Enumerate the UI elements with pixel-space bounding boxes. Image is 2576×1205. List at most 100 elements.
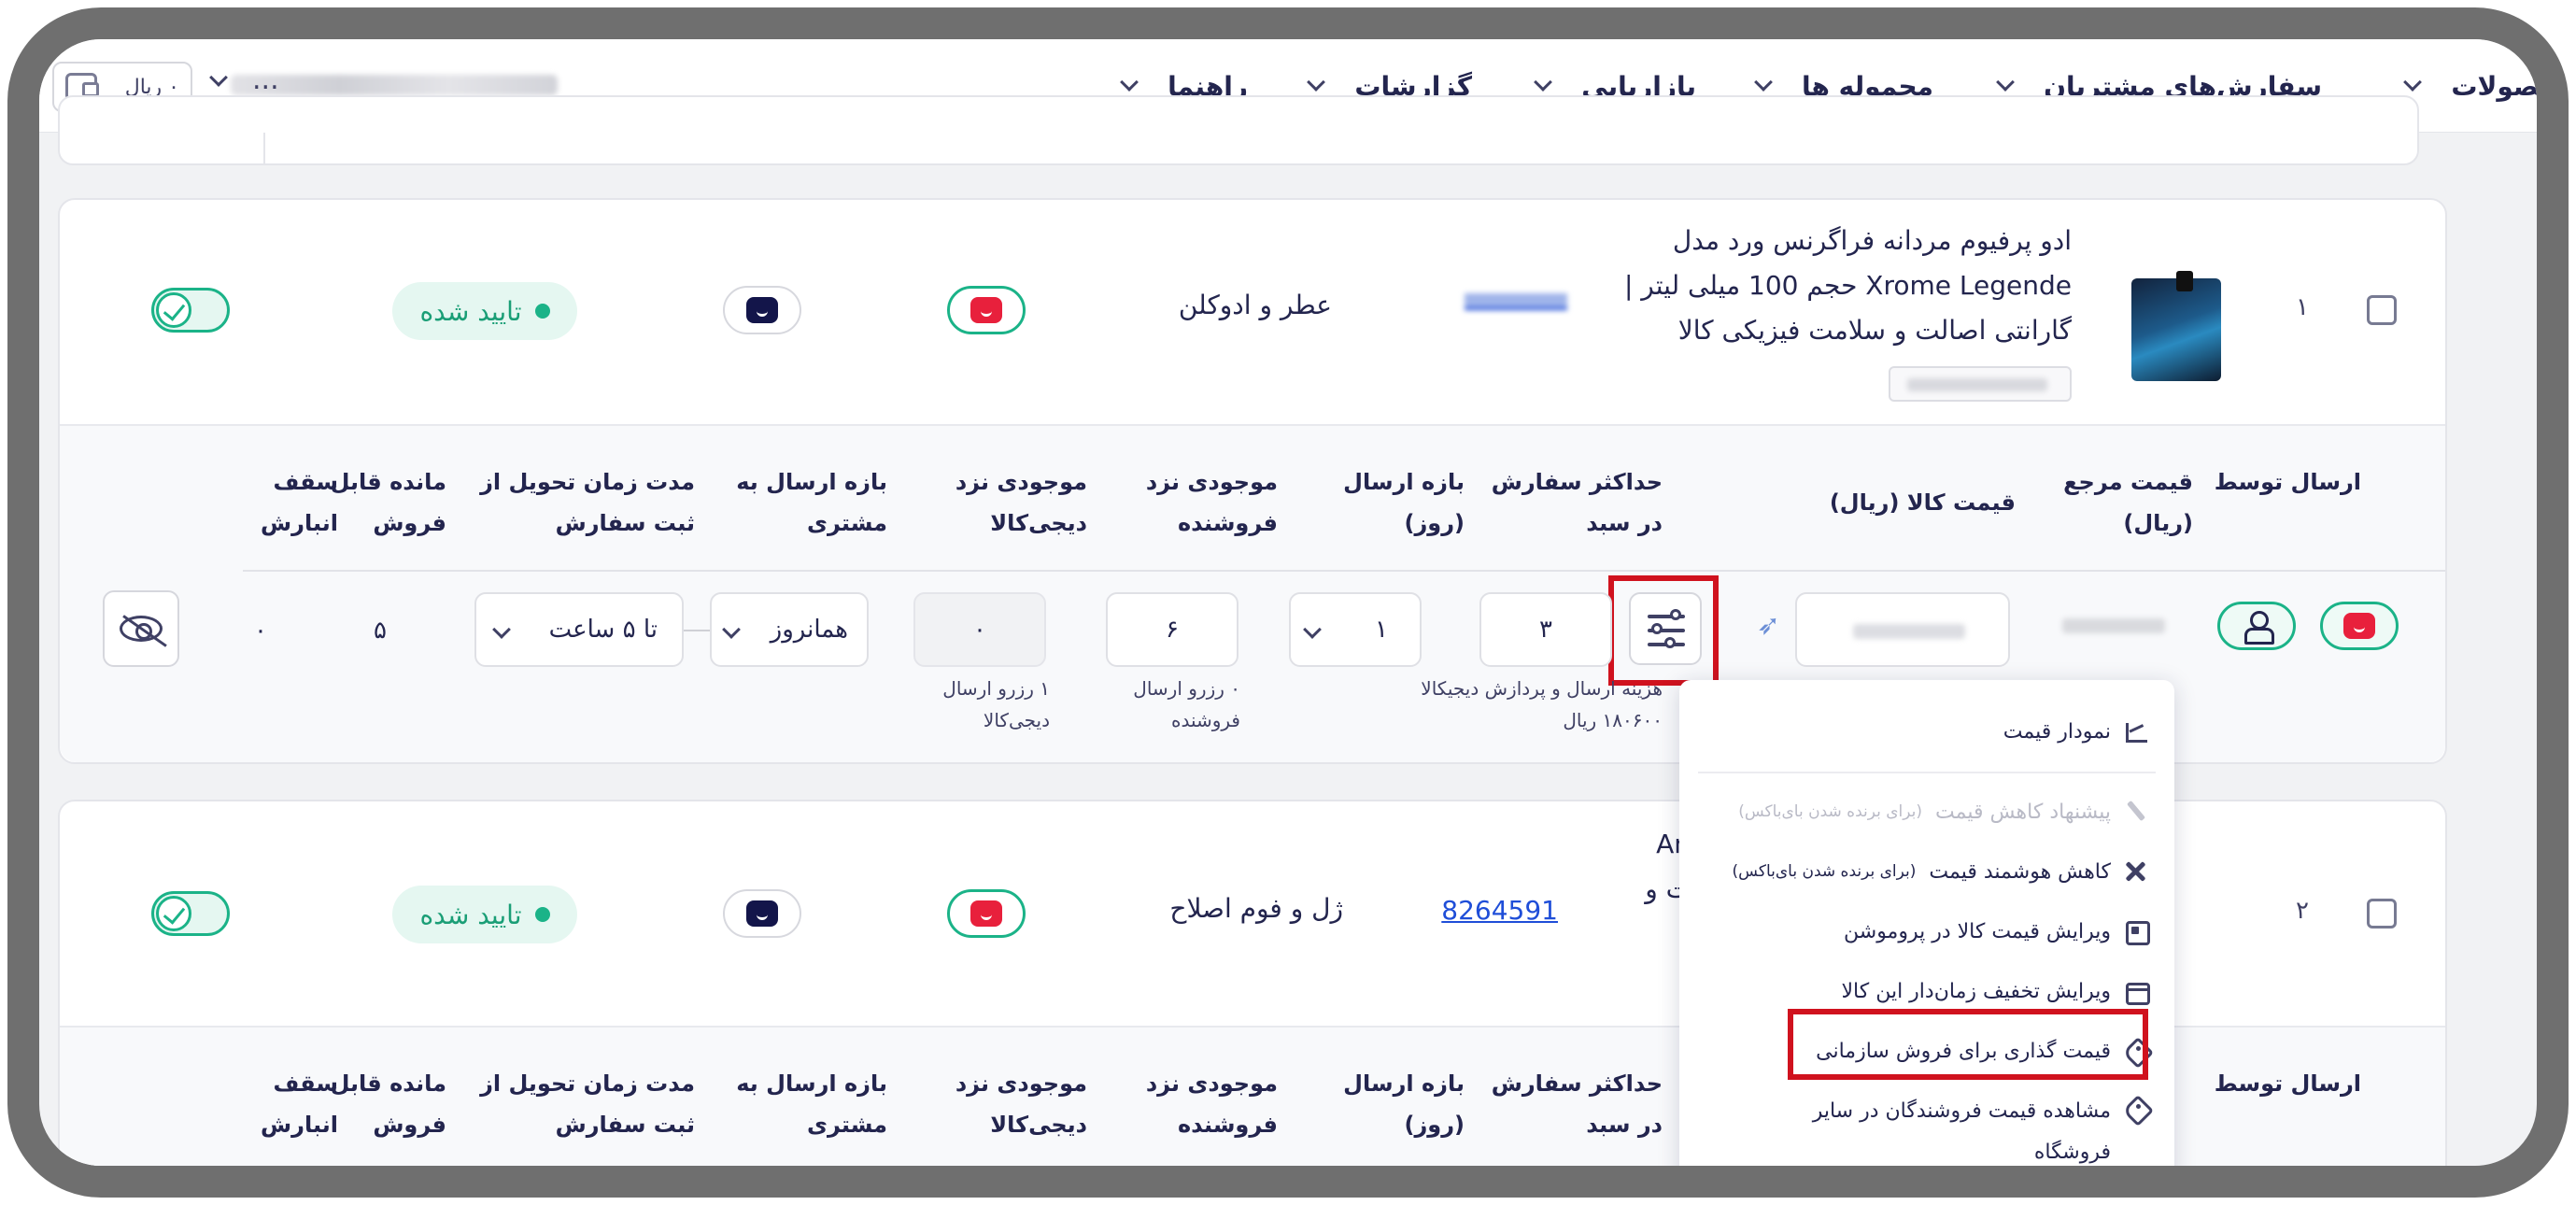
dkp-code-blurred [1889, 366, 2072, 402]
nav-products-label: محصولات [2451, 70, 2569, 102]
divider [263, 133, 265, 164]
col-header-warehouse-cap: سقف انبارش [261, 469, 338, 536]
delivery-time-value: تا ۵ ساعت [548, 616, 658, 644]
store-ellipsis: ... [252, 64, 279, 96]
chevron-down-icon [2403, 73, 2423, 92]
chevron-down-icon [1303, 620, 1322, 639]
highlight-box [1608, 575, 1719, 686]
product-thumbnail[interactable] [2131, 271, 2221, 381]
chevron-down-icon [1754, 73, 1773, 92]
store-name-blurred [231, 75, 558, 95]
digikala-reserve-note: ۱ رزرو ارسال دیجی‌کالا [942, 677, 1050, 731]
col-header-delivery-time: مدت زمان تحویل از ثبت سفارش [480, 1070, 695, 1138]
col-header-stock-digikala: موجودی نزد دیجی‌کالا [955, 1070, 1087, 1138]
digikala-channel-toggle[interactable] [947, 286, 1026, 334]
menu-item-label: کاهش هوشمند قیمت [1929, 859, 2111, 884]
col-header-delivery-time: مدت زمان تحویل از ثبت سفارش [480, 469, 695, 536]
active-toggle[interactable] [151, 891, 230, 936]
row-number: ۱ [2296, 293, 2309, 321]
ship-by-seller[interactable] [2217, 602, 2296, 650]
menu-item-label-wrap: مشاهده قیمت فروشندگان در سایر فروشگاه ها [1775, 1091, 2111, 1198]
scissors-icon [2124, 859, 2148, 884]
menu-item-suggest-price-reduction: پیشنهاد کاهش قیمت (برای برنده شدن بای‌با… [1679, 783, 2174, 841]
chevron-down-icon [1120, 73, 1139, 92]
digikala-logo-icon [970, 297, 1002, 323]
status-dot [534, 304, 550, 319]
menu-item-label: ویرایش قیمت کالا در پروموشن [1844, 919, 2111, 943]
col-header-max-order: حداکثر سفارش در سبد [1491, 469, 1663, 536]
menu-item-edit-promotion-price[interactable]: ویرایش قیمت کالا در پروموشن [1679, 902, 2174, 960]
product-title-fragment[interactable]: An ت و [1597, 822, 1691, 912]
status-label: تایید شده [419, 295, 522, 327]
col-header-warehouse-cap: سقف انبارش [261, 1070, 338, 1138]
stock-digikala-value: ۰ [973, 616, 986, 644]
menu-item-note: (برای برنده شدن بای‌باکس) [1732, 862, 1917, 881]
ship-range-value: ۱ [1375, 616, 1388, 644]
reference-price-blurred [2062, 618, 2165, 633]
nav-products[interactable]: محصولات [2403, 67, 2569, 105]
col-header-ship-range: بازه ارسال (روز) [1343, 469, 1465, 536]
ship-to-customer-select[interactable]: همانروز [710, 592, 869, 667]
row-select-checkbox[interactable] [2367, 899, 2397, 929]
product-title-line: Xrome Legende حجم 100 میلی لیتر | [1623, 270, 2072, 301]
connector-line [684, 630, 710, 631]
ship-range-select[interactable]: ۱ [1289, 592, 1422, 667]
warehouse-cap-value: ۰ [254, 617, 267, 645]
calendar-icon [2124, 979, 2150, 1005]
col-header-ship-to-customer: بازه ارسال به مشتری [736, 469, 887, 536]
digistyle-channel-toggle[interactable] [723, 889, 801, 938]
menu-item-label: مشاهده قیمت فروشندگان در سایر فروشگاه [1812, 1099, 2111, 1164]
menu-item-label-cont: ها [2093, 1182, 2111, 1198]
category-label: ژل و فوم اصلاح [1169, 893, 1343, 924]
row-select-checkbox[interactable] [2367, 295, 2397, 325]
stock-seller-input[interactable]: ۶ [1106, 592, 1238, 667]
active-toggle[interactable] [151, 288, 230, 333]
store-chevron-down-icon[interactable] [209, 68, 228, 87]
check-icon [156, 292, 191, 328]
chevron-down-icon [492, 620, 511, 639]
category-label: عطر و ادوکلن [1178, 290, 1332, 320]
product-title-line: ادو پرفیوم مردانه فراگرنس ورد مدل [1672, 225, 2072, 256]
chevron-down-icon [1307, 73, 1326, 92]
rocket-icon[interactable]: ➶ [1757, 609, 1780, 642]
ship-to-customer-value: همانروز [770, 616, 848, 644]
chevron-down-icon [1996, 73, 2015, 92]
col-header-ship-to-customer: بازه ارسال به مشتری [736, 1070, 887, 1138]
status-dot [534, 907, 550, 922]
menu-item-label: پیشنهاد کاهش قیمت [1935, 800, 2111, 824]
col-header-item-price: قیمت کالا (ریال) [1829, 489, 2016, 516]
ship-by-digikala[interactable] [2320, 602, 2399, 650]
channel-logo-icon [746, 297, 778, 323]
menu-item-competitor-prices[interactable]: مشاهده قیمت فروشندگان در سایر فروشگاه ها [1679, 1091, 2174, 1166]
chevron-down-icon [1534, 73, 1553, 92]
menu-item-label: ویرایش تخفیف زمان‌دار این کالا [1841, 979, 2111, 1003]
delivery-time-select[interactable]: تا ۵ ساعت [474, 592, 684, 667]
product-id-link[interactable]: 8264591 [1441, 895, 1558, 926]
product-title-line: گارانتی اصالت و سلامت فیزیکی کالا [1677, 315, 2072, 346]
chart-icon [2124, 719, 2148, 744]
max-order-input[interactable]: ۳ [1479, 592, 1612, 667]
row-number: ۲ [2296, 897, 2309, 925]
product-id-link-blurred[interactable] [1465, 293, 1567, 310]
item-price-input[interactable] [1795, 592, 2010, 667]
pen-icon [2124, 800, 2148, 824]
product-title[interactable]: ادو پرفیوم مردانه فراگرنس ورد مدل Xrome … [1549, 219, 2072, 353]
stock-seller-value: ۶ [1166, 616, 1179, 644]
person-icon [2243, 611, 2274, 645]
menu-item-smart-price-reduction[interactable]: کاهش هوشمند قیمت (برای برنده شدن بای‌باک… [1679, 843, 2174, 900]
menu-item-note: (برای برنده شدن بای‌باکس) [1738, 802, 1923, 821]
status-badge: تایید شده [392, 886, 577, 943]
shipping-cost-note: هزینه ارسال و پردازش دیجیکالا ۱۸۰۶۰۰ ریا… [1421, 677, 1663, 731]
menu-item-price-chart[interactable]: نمودار قیمت [1679, 702, 2174, 760]
promo-icon [2124, 919, 2150, 945]
digistyle-channel-toggle[interactable] [723, 286, 801, 334]
digikala-channel-toggle[interactable] [947, 889, 1026, 938]
header-separator [243, 570, 2445, 572]
menu-divider [1698, 772, 2156, 773]
screenshot-frame: محصولات سفارش‌های مشتریان محموله ها بازا… [7, 7, 2569, 1198]
channel-logo-icon [746, 900, 778, 927]
hide-toggle-button[interactable] [103, 590, 179, 667]
col-header-ship-range: بازه ارسال (روز) [1343, 1070, 1465, 1138]
col-header-stock-seller: موجودی نزد فروشنده [1145, 1070, 1278, 1138]
page: محصولات سفارش‌های مشتریان محموله ها بازا… [39, 39, 2537, 1166]
